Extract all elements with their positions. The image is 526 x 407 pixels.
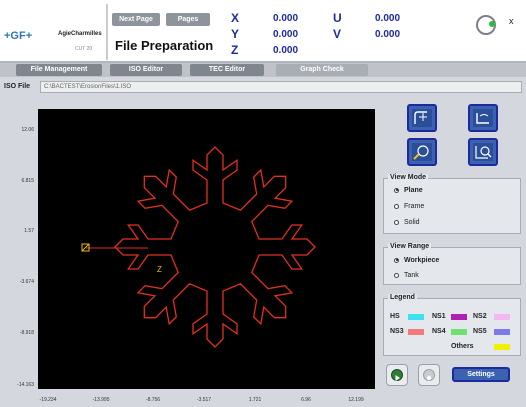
zoom-window-icon (473, 109, 493, 127)
legend-swatch-ns2 (494, 314, 510, 320)
axis-v-label: V (333, 27, 342, 41)
legend-label-hs: HS (390, 313, 400, 320)
iso-file-field[interactable]: C:\BACTEST\ErosionFiles\1.ISO (40, 81, 522, 93)
legend-label-ns2: NS2 (473, 313, 487, 320)
x-tick-label: -19.234 (39, 397, 57, 403)
pan-icon (412, 143, 432, 161)
legend-swatch-others (494, 344, 510, 350)
axis-z-label: Z (231, 43, 239, 57)
view-range-workpiece-radio[interactable]: Workpiece (394, 257, 439, 264)
radio-label: Frame (404, 203, 425, 210)
legend-swatch-ns5 (494, 329, 510, 335)
pan-button[interactable] (407, 138, 437, 166)
x-tick-label: -8.756 (145, 397, 161, 403)
legend-swatch-ns4 (451, 329, 467, 335)
legend-swatch-hs (408, 314, 424, 320)
view-mode-group: View Mode Plane Frame Solid (383, 174, 521, 234)
zoom-magnify-button[interactable] (468, 138, 498, 166)
x-tick-label: 6.96 (301, 397, 311, 403)
view-range-title: View Range (388, 243, 432, 250)
header-divider (106, 4, 108, 60)
tab-file-management[interactable]: File Management (16, 64, 102, 76)
play-button[interactable] (386, 364, 408, 386)
y-tick-label: -3.674 (19, 279, 34, 285)
view-mode-frame-radio[interactable]: Frame (394, 203, 424, 210)
toolpath-svg: Z (81, 146, 316, 348)
x-tick-label: 12.199 (348, 397, 364, 403)
z-marker-icon: Z (157, 265, 162, 274)
start-marker-cross (81, 243, 90, 252)
radio-icon (394, 219, 399, 225)
pages-button[interactable]: Pages (166, 13, 210, 26)
app-window: +GF+ AgieCharmilles CUT 20 Next Page Pag… (0, 0, 526, 407)
legend-title: Legend (388, 294, 417, 301)
radio-icon (394, 272, 399, 278)
stop-icon (423, 369, 435, 381)
legend-label-ns5: NS5 (473, 328, 487, 335)
y-tick-label: 12.06 (21, 127, 34, 133)
radio-label: Plane (404, 187, 423, 194)
radio-selected-icon (394, 187, 399, 193)
legend-group: Legend HS NS1 NS2 NS3 NS4 NS5 Others (383, 294, 521, 356)
header: +GF+ AgieCharmilles CUT 20 Next Page Pag… (0, 0, 526, 63)
y-tick-label: -8.918 (19, 330, 34, 336)
axis-x-value: 0.000 (273, 13, 299, 24)
legend-swatch-ns1 (451, 314, 467, 320)
brand-name: AgieCharmilles (58, 31, 102, 37)
machine-model: CUT 20 (75, 46, 93, 52)
graph-area: 12.06 6.815 1.57 -3.674 -8.918 -14.163 Z (0, 97, 378, 407)
stop-button[interactable] (418, 364, 440, 386)
settings-button[interactable]: Settings (452, 367, 510, 382)
close-button[interactable]: x (509, 16, 514, 26)
view-mode-solid-radio[interactable]: Solid (394, 219, 420, 226)
toolpath-canvas[interactable]: Z (38, 109, 375, 389)
legend-label-ns4: NS4 (432, 328, 446, 335)
axis-x-label: X (231, 11, 240, 25)
legend-swatch-ns3 (408, 329, 424, 335)
zoom-fit-icon (412, 109, 432, 127)
view-mode-plane-radio[interactable]: Plane (394, 187, 423, 194)
radio-label: Tank (404, 272, 419, 279)
view-range-tank-radio[interactable]: Tank (394, 272, 419, 279)
page-title: File Preparation (115, 38, 214, 53)
radio-icon (394, 203, 399, 209)
axis-z-value: 0.000 (273, 45, 299, 56)
zoom-magnify-icon (473, 143, 493, 161)
y-tick-label: -14.163 (17, 382, 34, 388)
legend-label-ns1: NS1 (432, 313, 446, 320)
x-tick-label: -13.995 (92, 397, 110, 403)
axis-u-label: U (333, 11, 342, 25)
x-tick-label: 1.721 (248, 397, 262, 403)
y-tick-label: 1.57 (24, 228, 34, 234)
tab-bar: File Management ISO Editor TEC Editor Gr… (0, 63, 526, 77)
radio-label: Solid (404, 219, 420, 226)
tab-tec-editor[interactable]: TEC Editor (190, 64, 264, 76)
y-tick-label: 6.815 (21, 178, 34, 184)
axis-v-value: 0.000 (375, 29, 401, 40)
axis-y-value: 0.000 (273, 29, 299, 40)
legend-label-ns3: NS3 (390, 328, 404, 335)
radio-selected-icon (394, 257, 399, 263)
toolpath-contour (114, 146, 316, 348)
legend-label-others: Others (451, 343, 474, 350)
status-dot-icon (489, 21, 495, 27)
axis-u-value: 0.000 (375, 13, 401, 24)
view-mode-title: View Mode (388, 174, 429, 181)
axis-y-label: Y (231, 27, 240, 41)
x-tick-label: -3.517 (196, 397, 212, 403)
zoom-fit-button[interactable] (407, 104, 437, 132)
play-icon (391, 369, 403, 381)
zoom-window-button[interactable] (468, 104, 498, 132)
iso-file-label: ISO File (4, 83, 31, 90)
radio-label: Workpiece (404, 257, 440, 264)
tab-graph-check[interactable]: Graph Check (276, 64, 368, 76)
tab-iso-editor[interactable]: ISO Editor (110, 64, 182, 76)
brand-logo: +GF+ (4, 30, 33, 42)
next-page-button[interactable]: Next Page (112, 13, 160, 26)
view-range-group: View Range Workpiece Tank (383, 243, 521, 285)
